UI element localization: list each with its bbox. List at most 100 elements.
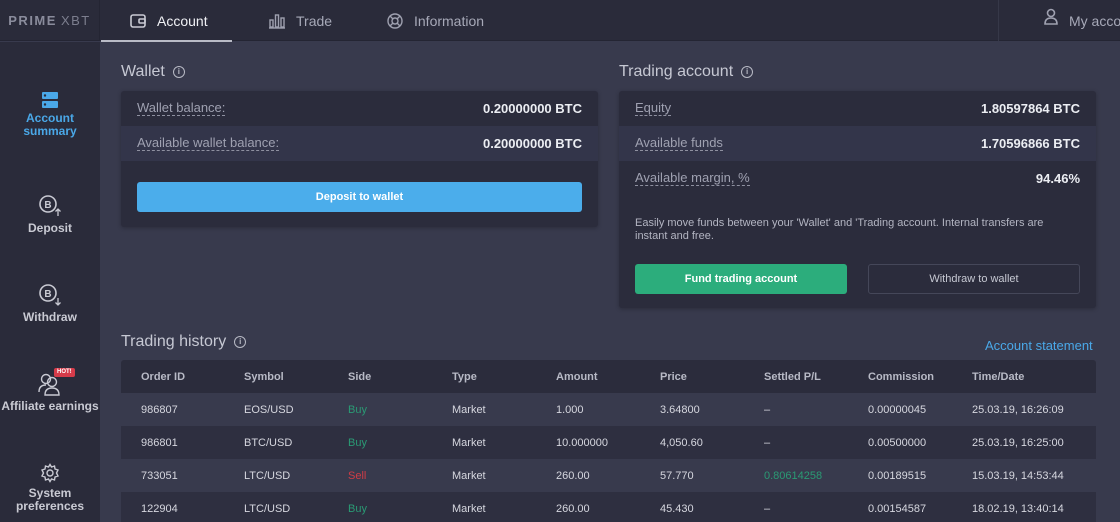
time-date: 25.03.19, 16:25:00 (972, 436, 1064, 449)
available-margin-row: Available margin, % 94.46% (619, 161, 1096, 196)
order-id: 122904 (141, 502, 178, 515)
type: Market (452, 502, 486, 515)
logo-brand: PRIME (8, 13, 57, 28)
user-icon (1044, 8, 1058, 25)
column-header-symbol[interactable]: Symbol (244, 371, 348, 383)
lifebuoy-icon (387, 12, 403, 29)
hot-badge: HOT! (54, 368, 75, 377)
settled-pl: 0.80614258 (764, 469, 823, 482)
account-statement-link[interactable]: Account statement (985, 338, 1093, 353)
table-row[interactable]: 122904 LTC/USD Buy Market 260.00 45.430 … (121, 492, 1096, 522)
settled-pl: – (764, 403, 771, 416)
commission: 0.00000045 (868, 403, 927, 416)
gear-icon (41, 463, 59, 483)
sidebar: Account summary B Deposit B Withdraw HOT… (0, 42, 100, 522)
trading-history-section-title: Trading history i (121, 333, 247, 351)
prime-xbt-logo[interactable]: PRIME XBT (0, 0, 100, 41)
column-header-time-date[interactable]: Time/Date (972, 371, 1096, 383)
column-header-type[interactable]: Type (452, 371, 556, 383)
tab-information-label: Information (414, 12, 485, 29)
table-row[interactable]: 733051 LTC/USD Sell Market 260.00 57.770… (121, 459, 1096, 492)
tab-account-label: Account (157, 12, 208, 29)
price: 57.770 (660, 469, 694, 482)
sidebar-item-system-preferences[interactable]: System preferences (0, 463, 100, 513)
tab-account[interactable]: Account (101, 0, 232, 42)
price: 3.64800 (660, 403, 700, 416)
top-navigation-bar: PRIME XBT Account Trade Information My a… (0, 0, 1120, 42)
fund-trading-account-button[interactable]: Fund trading account (635, 264, 847, 294)
time-date: 15.03.19, 14:53:44 (972, 469, 1064, 482)
column-header-amount[interactable]: Amount (556, 371, 660, 383)
my-account-button[interactable]: My account (998, 0, 1120, 41)
wallet-title: Wallet (121, 63, 165, 80)
side: Buy (348, 502, 367, 515)
wallet-balance-label: Wallet balance: (137, 100, 226, 116)
trading-account-title: Trading account (619, 63, 734, 80)
sidebar-label: Deposit (27, 221, 72, 235)
info-icon[interactable]: i (741, 66, 754, 78)
price: 4,050.60 (660, 436, 703, 449)
available-funds-value: 1.70596866 BTC (980, 136, 1080, 151)
side: Buy (348, 436, 367, 449)
available-wallet-balance-label: Available wallet balance: (137, 135, 280, 151)
amount: 10.000000 (556, 436, 608, 449)
table-row[interactable]: 986801 BTC/USD Buy Market 10.000000 4,05… (121, 426, 1096, 459)
column-header-side[interactable]: Side (348, 371, 452, 383)
settled-pl: – (764, 502, 771, 515)
wallet-card: Wallet balance: 0.20000000 BTC Available… (121, 91, 598, 227)
commission: 0.00500000 (868, 436, 927, 449)
commission: 0.00154587 (868, 502, 927, 515)
trading-history-title: Trading history (121, 333, 227, 350)
tab-information[interactable]: Information (386, 0, 484, 41)
transfer-note: Easily move funds between your 'Wallet' … (635, 217, 1044, 242)
sidebar-item-account-summary[interactable]: Account summary (0, 92, 100, 138)
available-funds-label: Available funds (635, 135, 723, 151)
svg-text:B: B (44, 289, 51, 300)
sidebar-label: Affiliate earnings (1, 399, 99, 413)
logo-suffix: XBT (60, 13, 91, 28)
tab-trade-label: Trade (296, 12, 333, 29)
my-account-label: My account (1069, 12, 1120, 29)
equity-label: Equity (635, 100, 672, 116)
info-icon[interactable]: i (172, 66, 185, 78)
table-row[interactable]: 986807 EOS/USD Buy Market 1.000 3.64800 … (121, 393, 1096, 426)
withdraw-to-wallet-button[interactable]: Withdraw to wallet (868, 264, 1080, 294)
trading-account-card: Equity 1.80597864 BTC Available funds 1.… (619, 91, 1096, 308)
trading-history-table: Order ID Symbol Side Type Amount Price S… (121, 360, 1096, 522)
wallet-balance-value: 0.20000000 BTC (482, 101, 582, 116)
wallet-icon (130, 13, 146, 28)
info-icon[interactable]: i (234, 336, 247, 348)
column-header-commission[interactable]: Commission (868, 371, 972, 383)
order-id: 986801 (141, 436, 178, 449)
column-header-price[interactable]: Price (660, 371, 764, 383)
time-date: 25.03.19, 16:26:09 (972, 403, 1064, 416)
sidebar-item-affiliate-earnings[interactable]: HOT! Affiliate earnings (0, 368, 100, 413)
amount: 260.00 (556, 502, 590, 515)
available-wallet-balance-row: Available wallet balance: 0.20000000 BTC (121, 126, 598, 161)
deposit-to-wallet-button[interactable]: Deposit to wallet (137, 182, 582, 212)
sidebar-label: Withdraw (23, 310, 77, 324)
price: 45.430 (660, 502, 694, 515)
available-funds-row: Available funds 1.70596866 BTC (619, 126, 1096, 161)
sidebar-item-deposit[interactable]: B Deposit (0, 194, 100, 235)
column-header-order-id[interactable]: Order ID (121, 371, 244, 383)
tab-trade[interactable]: Trade (268, 0, 332, 41)
bitcoin-deposit-icon: B (39, 195, 61, 216)
symbol: LTC/USD (244, 469, 291, 482)
available-wallet-balance-value: 0.20000000 BTC (482, 136, 582, 151)
sidebar-item-withdraw[interactable]: B Withdraw (0, 283, 100, 324)
sidebar-label-line2: summary (23, 124, 77, 138)
order-id: 986807 (141, 403, 178, 416)
column-header-settled-pl[interactable]: Settled P/L (764, 371, 868, 383)
order-id: 733051 (141, 469, 178, 482)
type: Market (452, 436, 486, 449)
type: Market (452, 403, 486, 416)
equity-value: 1.80597864 BTC (980, 101, 1080, 116)
amount: 1.000 (556, 403, 584, 416)
symbol: BTC/USD (244, 436, 293, 449)
sidebar-label-line2: preferences (15, 499, 85, 513)
symbol: LTC/USD (244, 502, 291, 515)
account-summary-icon (42, 92, 58, 108)
amount: 260.00 (556, 469, 590, 482)
type: Market (452, 469, 486, 482)
